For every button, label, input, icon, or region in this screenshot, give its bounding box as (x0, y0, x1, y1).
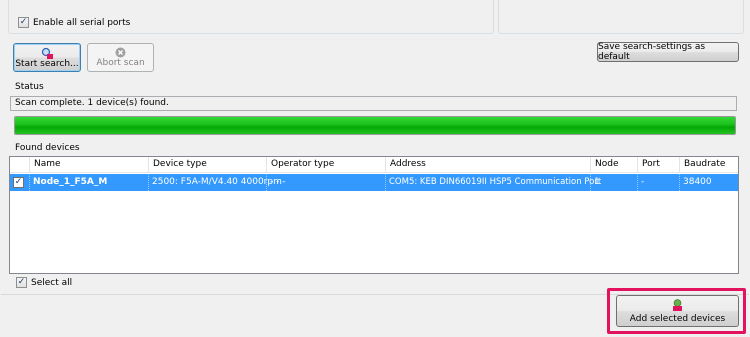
column-header-operator-type[interactable]: Operator type (267, 157, 386, 173)
enable-all-serial-ports-checkbox[interactable]: ✓ (18, 17, 29, 28)
abort-scan-button[interactable]: Abort scan (87, 43, 154, 72)
column-header-device-type[interactable]: Device type (149, 157, 267, 173)
device-name-cell: Node_1_F5A_M (30, 174, 149, 191)
stop-icon (115, 47, 126, 58)
start-search-button[interactable]: Start search... (13, 43, 81, 72)
save-search-settings-label: Save search-settings as default (598, 42, 706, 62)
node-cell: 1 (591, 174, 638, 191)
highlight-frame (607, 288, 746, 334)
table-row[interactable]: ✓ Node_1_F5A_M 2500: F5A-M/V4.40 4000rpm… (10, 174, 738, 191)
address-cell: COM5: KEB DIN66019II HSP5 Communication … (386, 174, 601, 191)
abort-scan-label: Abort scan (96, 58, 145, 68)
search-keb-icon (41, 47, 53, 59)
status-message: Scan complete. 1 device(s) found. (15, 98, 169, 108)
select-all-checkbox[interactable]: ✓ (16, 277, 27, 288)
found-devices-group-label: Found devices (15, 143, 80, 153)
enable-all-serial-ports-label: Enable all serial ports (33, 17, 131, 28)
settings-group (498, 0, 744, 34)
operator-type-cell: - - - (267, 174, 386, 191)
enable-all-serial-ports-option[interactable]: ✓ Enable all serial ports (18, 17, 130, 28)
baudrate-cell: 38400 (683, 177, 712, 187)
scan-progress-fill (15, 117, 735, 134)
column-header-address[interactable]: Address (386, 157, 591, 173)
column-header-node[interactable]: Node (591, 157, 638, 173)
select-all-label: Select all (31, 277, 73, 288)
status-message-box: Scan complete. 1 device(s) found. (10, 96, 737, 111)
select-all-option[interactable]: ✓ Select all (16, 277, 72, 288)
row-checkbox[interactable]: ✓ (13, 177, 24, 188)
status-group-label: Status (15, 82, 44, 92)
start-search-label: Start search... (15, 58, 79, 69)
device-type-cell: 2500: F5A-M/V4.40 4000rpm (149, 174, 282, 191)
row-check-cell: ✓ (10, 174, 30, 191)
save-search-settings-button[interactable]: Save search-settings as default (597, 42, 739, 62)
column-header-name[interactable]: Name (30, 157, 149, 173)
column-header-baudrate[interactable]: Baudrate (680, 157, 738, 173)
port-cell: - (638, 174, 680, 191)
found-devices-table[interactable]: Name Device type Operator type Address N… (9, 156, 739, 274)
column-header-port[interactable]: Port (638, 157, 680, 173)
column-header-check (10, 157, 30, 173)
table-header: Name Device type Operator type Address N… (10, 157, 738, 173)
scan-progress-bar (14, 116, 736, 135)
